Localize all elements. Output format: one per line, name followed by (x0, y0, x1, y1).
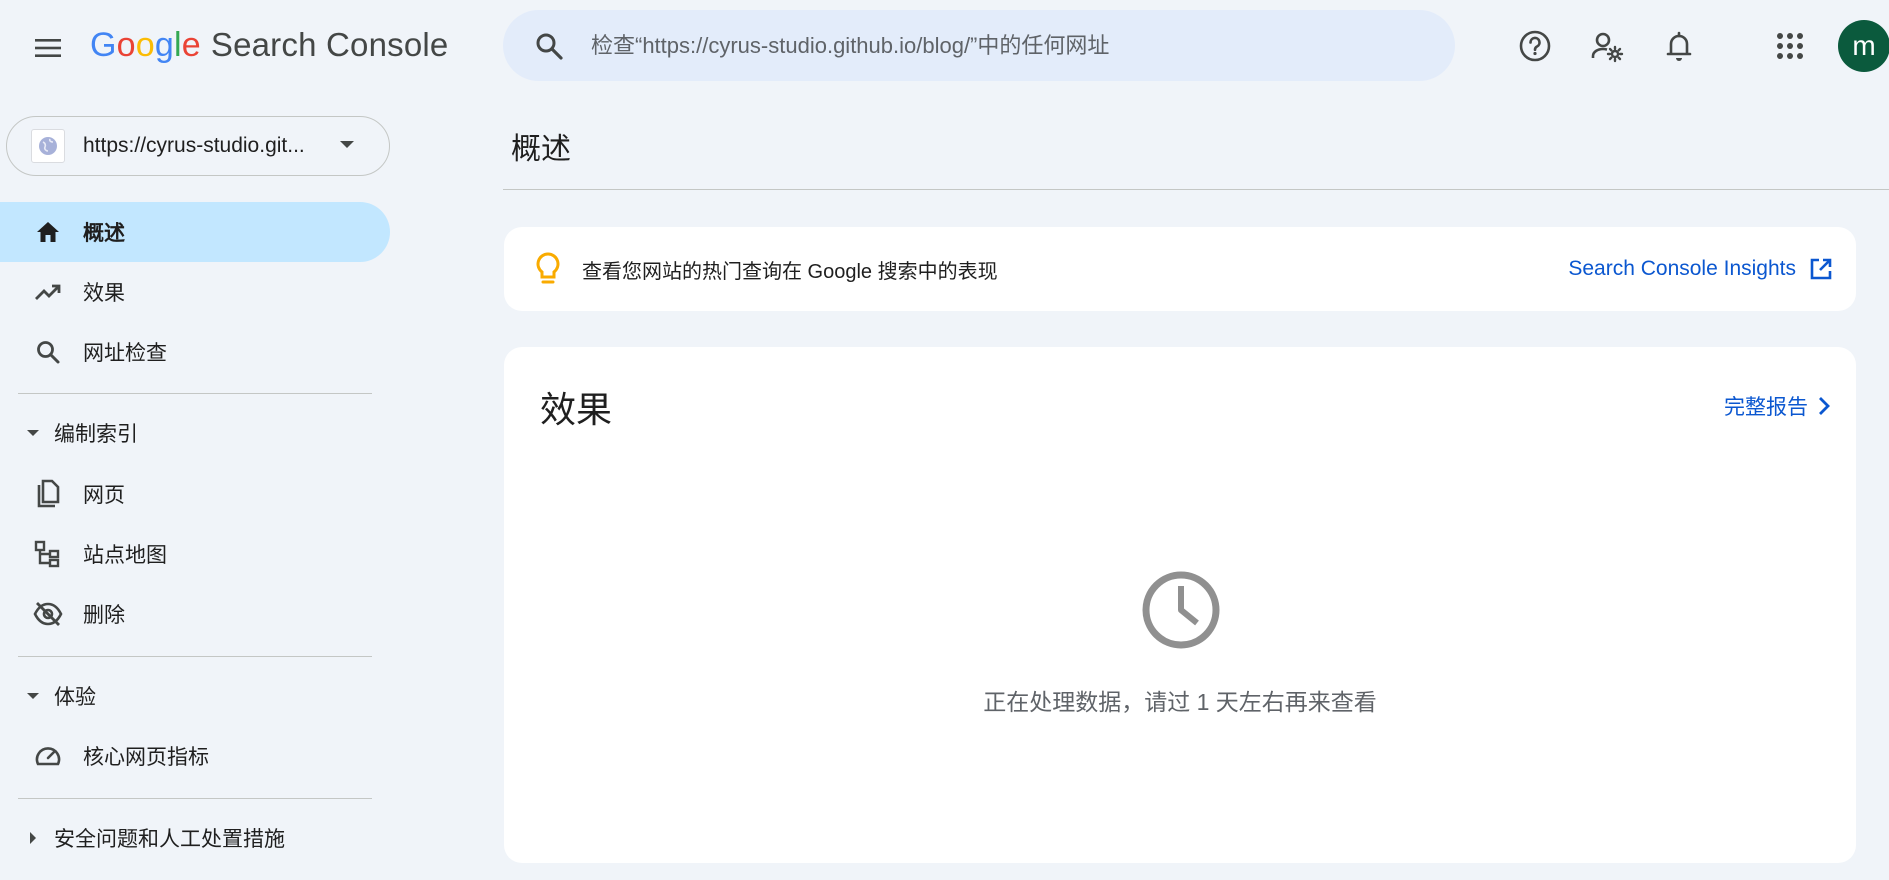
nav-item-removals[interactable]: 删除 (0, 584, 390, 644)
nav-item-label: 网址检查 (83, 342, 167, 365)
nav-item-url-inspection[interactable]: 网址检查 (0, 322, 390, 382)
google-apps-button[interactable] (1766, 22, 1814, 70)
open-in-new-icon (1810, 258, 1832, 280)
nav-item-label: 概述 (83, 222, 125, 245)
sidebar-divider (18, 798, 372, 799)
clock-icon (1142, 571, 1220, 649)
logo-letter: G (90, 26, 117, 64)
globe-icon (31, 129, 65, 163)
notifications-icon (1666, 31, 1692, 61)
chevron-right-icon (1818, 396, 1830, 416)
nav-item-sitemaps[interactable]: 站点地图 (0, 524, 390, 584)
caret-down-icon (26, 692, 40, 700)
section-label: 编制索引 (54, 423, 138, 446)
caret-right-icon (26, 831, 40, 845)
insights-banner: 查看您网站的热门查询在 Google 搜索中的表现 Search Console… (504, 227, 1856, 311)
nav-item-label: 网页 (83, 484, 125, 507)
nav-item-pages[interactable]: 网页 (0, 464, 390, 524)
sidebar-divider (18, 393, 372, 394)
nav-item-label: 删除 (83, 604, 125, 627)
url-inspection-search-bar[interactable] (503, 10, 1455, 81)
sidebar: https://cyrus-studio.git... 概述 效果 网址检查 编… (0, 96, 390, 880)
insights-link-label: Search Console Insights (1568, 257, 1796, 280)
help-icon (1519, 30, 1551, 62)
menu-icon (35, 39, 61, 57)
logo-letter: e (181, 26, 201, 64)
sitemap-icon (33, 539, 63, 569)
section-indexing-toggle[interactable]: 编制索引 (0, 405, 390, 461)
property-selector[interactable]: https://cyrus-studio.git... (6, 116, 390, 176)
caret-down-icon (339, 137, 355, 155)
pages-icon (33, 479, 63, 509)
performance-card: 效果 完整报告 正在处理数据，请过 1 天左右再来查看 (504, 347, 1856, 863)
top-app-bar: G o o g l e Search Console 检查“https://cy… (0, 0, 1889, 96)
insights-banner-text: 查看您网站的热门查询在 Google 搜索中的表现 (582, 260, 998, 283)
manage-users-icon (1591, 32, 1624, 63)
lightbulb-icon (530, 249, 566, 289)
title-divider (503, 189, 1889, 190)
processing-message: 正在处理数据，请过 1 天左右再来查看 (983, 689, 1377, 715)
search-icon[interactable] (531, 28, 567, 64)
caret-down-icon (26, 429, 40, 437)
nav-item-overview[interactable]: 概述 (0, 202, 390, 262)
section-label: 体验 (54, 686, 96, 709)
apps-grid-icon (1777, 33, 1803, 59)
search-icon (33, 337, 63, 367)
section-experience-toggle[interactable]: 体验 (0, 668, 390, 724)
nav-item-label: 站点地图 (83, 544, 167, 567)
logo-letter: g (154, 26, 174, 64)
logo-letter: o (135, 26, 155, 64)
full-report-link[interactable]: 完整报告 (1724, 391, 1830, 421)
main-menu-button[interactable] (24, 24, 72, 72)
logo-letter: l (173, 26, 182, 64)
trending-up-icon (33, 277, 63, 307)
speed-gauge-icon (33, 741, 63, 771)
help-button[interactable] (1511, 22, 1559, 70)
section-security-toggle[interactable]: 安全问题和人工处置措施 (0, 810, 390, 866)
page-title: 概述 (511, 133, 571, 166)
sidebar-divider (18, 656, 372, 657)
main-content: 概述 查看您网站的热门查询在 Google 搜索中的表现 Search Cons… (503, 96, 1889, 880)
notifications-button[interactable] (1655, 22, 1703, 70)
url-inspection-input[interactable] (591, 32, 1411, 59)
performance-card-title: 效果 (540, 389, 613, 430)
nav-item-label: 核心网页指标 (83, 746, 209, 769)
removals-icon (33, 599, 63, 629)
property-url: https://cyrus-studio.git... (83, 134, 305, 157)
nav-item-label: 效果 (83, 282, 125, 305)
nav-item-core-web-vitals[interactable]: 核心网页指标 (0, 726, 390, 786)
search-console-insights-link[interactable]: Search Console Insights (1568, 227, 1832, 311)
home-icon (33, 217, 63, 247)
section-label: 安全问题和人工处置措施 (54, 828, 285, 851)
product-name: Search Console (210, 26, 449, 63)
account-avatar[interactable]: m (1838, 20, 1889, 72)
nav-item-performance[interactable]: 效果 (0, 262, 390, 322)
manage-users-button[interactable] (1583, 22, 1631, 70)
full-report-label: 完整报告 (1724, 396, 1808, 419)
search-console-logo[interactable]: G o o g l e Search Console (90, 26, 448, 65)
logo-letter: o (116, 26, 136, 64)
